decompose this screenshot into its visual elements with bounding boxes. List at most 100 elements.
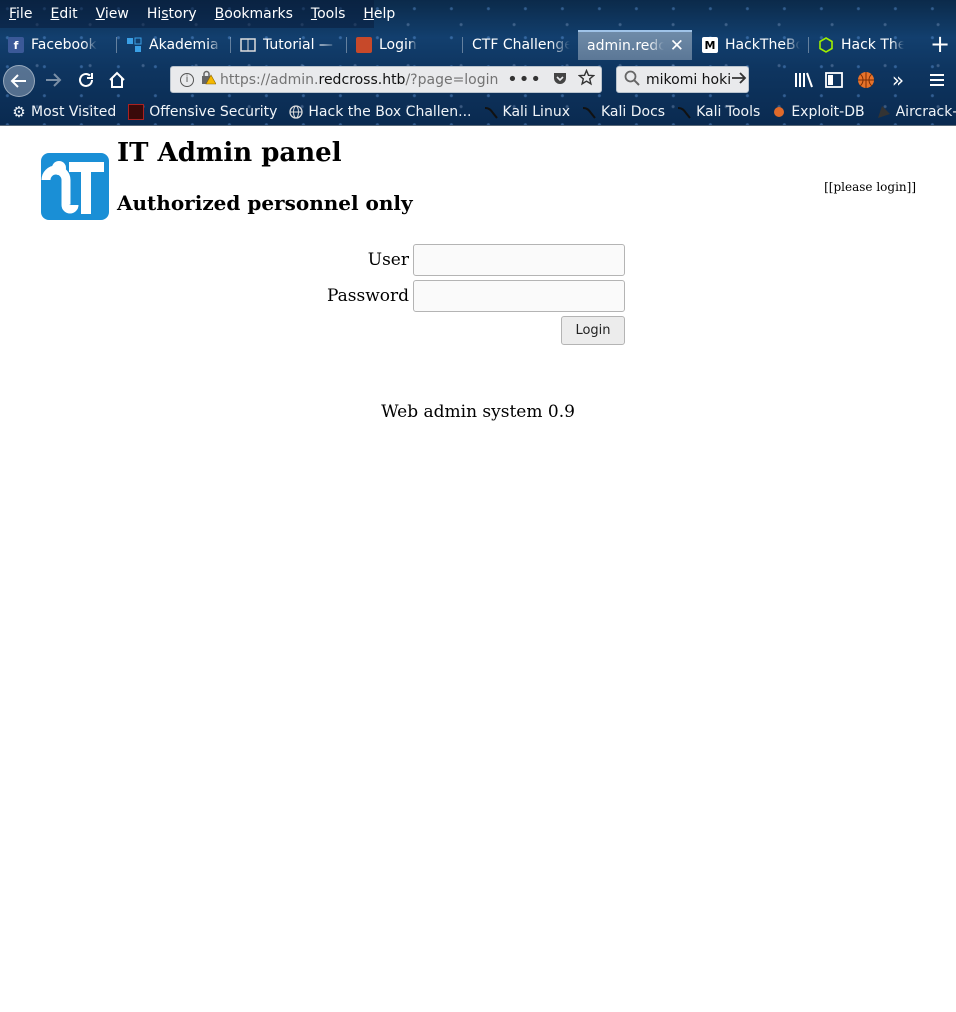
login-icon [356, 37, 372, 53]
akademia-icon [126, 37, 142, 53]
tab-admin-redcross[interactable]: admin.redcr ✕ [578, 30, 692, 60]
bookmark-label: Aircrack-ng [895, 104, 956, 120]
page-content: IT Admin panel Authorized personnel only… [0, 126, 956, 1012]
tab-label: Hack The Bo [841, 37, 904, 53]
tab-ctf-challenges[interactable]: CTF Challenges [462, 30, 578, 60]
user-row: User [300, 244, 625, 276]
access-key: s [161, 6, 169, 22]
bookmark-hack-the-box[interactable]: Hack the Box Challen... [289, 104, 472, 120]
aircrack-icon [877, 105, 891, 119]
back-button[interactable] [3, 65, 35, 97]
tab-label: Tutorial — P [263, 37, 338, 53]
menu-view[interactable]: View [87, 0, 138, 28]
access-key: F [9, 6, 17, 22]
bookmarks-toolbar: ⚙ Most Visited Offensive Security Hack t… [0, 100, 956, 124]
bookmark-kali-tools[interactable]: Kali Tools [677, 104, 760, 120]
user-input[interactable] [413, 244, 625, 276]
forward-arrow-icon [46, 73, 62, 87]
access-key: E [50, 6, 60, 22]
bookmark-most-visited[interactable]: ⚙ Most Visited [12, 103, 117, 121]
facebook-icon: f [8, 37, 24, 53]
tab-label: Akademia E [149, 37, 222, 53]
kali-dragon-icon [582, 105, 596, 119]
access-key: V [95, 6, 105, 22]
bookmark-label: Kali Tools [696, 104, 761, 120]
user-label: User [367, 250, 409, 270]
menu-history[interactable]: History [138, 0, 206, 28]
menu-bookmarks[interactable]: Bookmarks [206, 0, 302, 28]
browser-chrome: File Edit View History Bookmarks Tools H… [0, 0, 956, 126]
close-icon[interactable]: ✕ [664, 36, 684, 56]
bookmark-kali-docs[interactable]: Kali Docs [582, 104, 665, 120]
medium-icon: M [702, 37, 718, 53]
menu-help[interactable]: Help [354, 0, 404, 28]
search-go-icon[interactable] [731, 70, 747, 90]
tab-label: admin.redcr [587, 38, 664, 54]
menu-file[interactable]: File [0, 0, 41, 28]
bookmark-label: Kali Docs [600, 104, 666, 120]
reload-button[interactable] [70, 64, 102, 96]
bookmark-kali-linux[interactable]: Kali Linux [484, 104, 570, 120]
hamburger-icon [930, 74, 944, 86]
info-icon[interactable]: i [180, 72, 194, 87]
page-actions-icon[interactable]: ••• [507, 69, 542, 90]
bookmark-exploit-db[interactable]: Exploit-DB [772, 104, 865, 120]
page-subtitle: Authorized personnel only [117, 191, 413, 215]
bookmark-label: Offensive Security [149, 104, 278, 120]
tab-login[interactable]: Login [346, 30, 462, 60]
login-status-link[interactable]: [[please login]] [824, 180, 916, 194]
tab-bar: f Facebook Akademia E Tutorial — P Login… [0, 30, 956, 60]
tab-label: Facebook [31, 37, 97, 53]
forward-button[interactable] [37, 64, 69, 96]
bookmark-label: Kali Linux [502, 104, 570, 120]
search-icon [624, 70, 640, 90]
tab-akademia[interactable]: Akademia E [116, 30, 230, 60]
tab-label: Login [379, 37, 417, 53]
insecure-lock-icon[interactable] [200, 70, 217, 89]
password-label: Password [326, 286, 409, 306]
home-button[interactable] [101, 64, 133, 96]
menu-edit[interactable]: Edit [41, 0, 86, 28]
password-row: Password [300, 280, 625, 312]
new-tab-icon[interactable]: + [930, 30, 950, 60]
tab-hackthebox[interactable]: M HackTheBox [692, 30, 808, 60]
url-text[interactable]: https://admin.redcross.htb/?page=login [220, 72, 498, 88]
navigation-bar: i https://admin.redcross.htb/?page=login… [0, 62, 956, 98]
bookmark-offensive-security[interactable]: Offensive Security [128, 104, 277, 120]
library-button[interactable] [788, 64, 820, 96]
tab-tutorial[interactable]: Tutorial — P [230, 30, 346, 60]
sidebar-button[interactable] [818, 64, 850, 96]
kali-dragon-icon [677, 105, 691, 119]
search-bar[interactable]: mikomi hoki [616, 66, 749, 93]
it-logo [41, 153, 109, 220]
globe-icon [289, 105, 304, 119]
hamburger-menu-button[interactable] [921, 64, 953, 96]
basketball-icon [858, 72, 874, 88]
bookmark-label: Most Visited [31, 104, 117, 120]
offsec-icon [128, 104, 145, 120]
library-icon [795, 72, 813, 88]
tab-label: HackTheBox [725, 37, 800, 53]
htb-icon [818, 37, 834, 53]
tab-facebook[interactable]: f Facebook [0, 30, 116, 60]
access-key: B [214, 6, 225, 22]
tutorial-icon [240, 37, 256, 53]
kali-dragon-icon [484, 105, 498, 119]
reload-icon [79, 72, 93, 87]
bookmark-aircrack-ng[interactable]: Aircrack-ng [877, 104, 956, 120]
tab-hack-the-box[interactable]: Hack The Bo [808, 30, 912, 60]
exploit-db-icon [772, 105, 786, 119]
back-arrow-icon [10, 74, 26, 88]
overflow-button[interactable]: » [882, 64, 914, 96]
sidebar-icon [825, 72, 843, 88]
menu-tools[interactable]: Tools [302, 0, 355, 28]
url-bar[interactable]: i https://admin.redcross.htb/?page=login… [170, 66, 602, 93]
bookmark-star-icon[interactable] [577, 68, 596, 90]
login-button[interactable]: Login [561, 316, 625, 345]
search-input[interactable]: mikomi hoki [646, 72, 731, 88]
extension-button[interactable] [850, 64, 882, 96]
access-key: T [310, 6, 318, 22]
footer-version: Web admin system 0.9 [381, 402, 575, 422]
pocket-icon[interactable] [552, 70, 568, 90]
password-input[interactable] [413, 280, 625, 312]
